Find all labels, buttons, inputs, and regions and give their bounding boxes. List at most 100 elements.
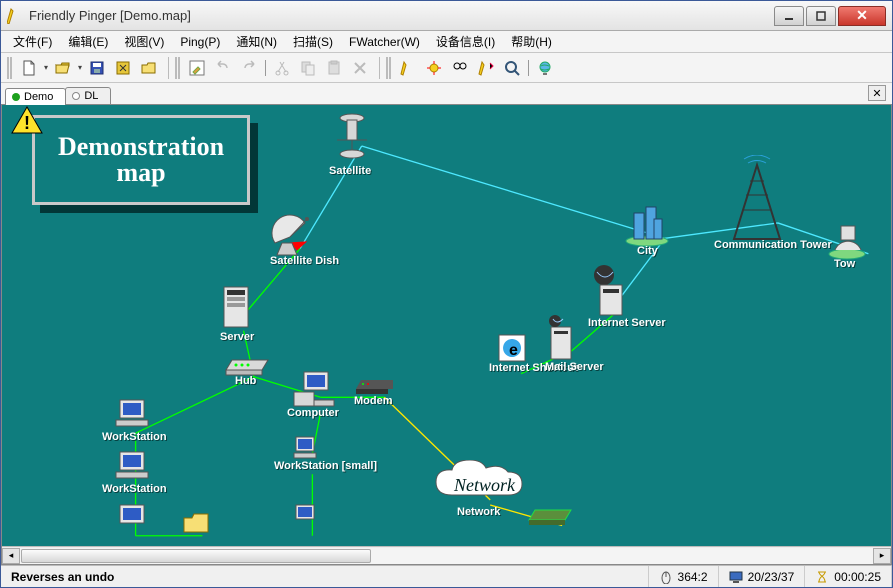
network-map[interactable]: ! Demonstrationmap Satellite Satellite D…: [2, 105, 891, 546]
menu-file[interactable]: 文件(F): [5, 31, 60, 52]
card-text: Demonstrationmap: [58, 134, 224, 186]
status-time: 00:00:25: [805, 566, 892, 587]
menu-scan[interactable]: 扫描(S): [285, 31, 341, 52]
node-label: WorkStation: [102, 483, 167, 495]
comm-tower-icon[interactable]: [722, 155, 792, 243]
save-button[interactable]: [85, 56, 109, 80]
minimize-button[interactable]: [774, 6, 804, 26]
copy-button[interactable]: [296, 56, 320, 80]
globe-button[interactable]: [533, 56, 557, 80]
trace-button[interactable]: [474, 56, 498, 80]
network-cloud-text: Network: [454, 475, 515, 496]
menu-help[interactable]: 帮助(H): [503, 31, 560, 52]
internet-server-icon[interactable]: [592, 265, 626, 317]
new-dropdown[interactable]: ▾: [42, 63, 50, 72]
satellite-dish-icon[interactable]: [267, 213, 313, 257]
svg-text:!: !: [24, 113, 30, 133]
scan-button[interactable]: [500, 56, 524, 80]
node-label: Network: [457, 506, 500, 518]
computer-icon[interactable]: [292, 370, 336, 410]
canvas-area: ! Demonstrationmap Satellite Satellite D…: [1, 105, 892, 565]
server-icon[interactable]: [220, 285, 254, 331]
node-label: Modem: [354, 395, 393, 407]
menu-fwatcher[interactable]: FWatcher(W): [341, 33, 428, 51]
modem-icon[interactable]: [354, 377, 394, 397]
tab-demo[interactable]: Demo: [5, 88, 66, 105]
cut-button[interactable]: [270, 56, 294, 80]
titlebar: Friendly Pinger [Demo.map] ✕: [1, 1, 892, 31]
maximize-button[interactable]: [806, 6, 836, 26]
node-label: Mail Server: [545, 361, 585, 373]
satellite-icon[interactable]: [332, 110, 372, 165]
workstation-small-icon[interactable]: [292, 435, 318, 461]
close-button[interactable]: ✕: [838, 6, 886, 26]
mouse-icon: [659, 570, 673, 584]
open-dropdown[interactable]: ▾: [76, 63, 84, 72]
alarm-button[interactable]: [422, 56, 446, 80]
node-label: WorkStation [small]: [274, 460, 344, 472]
hourglass-icon: [815, 570, 829, 584]
find-button[interactable]: [448, 56, 472, 80]
menu-device-info[interactable]: 设备信息(I): [428, 31, 503, 52]
workstation3-icon[interactable]: [114, 503, 150, 533]
paste-button[interactable]: [322, 56, 346, 80]
svg-text:e: e: [509, 342, 518, 359]
node-label: Satellite: [329, 165, 371, 177]
scroll-right-button[interactable]: ▸: [873, 548, 891, 564]
warning-icon: !: [11, 106, 43, 137]
toolbar-grip-2[interactable]: [175, 57, 180, 79]
scroll-thumb[interactable]: [21, 549, 371, 563]
tab-dl[interactable]: DL: [65, 87, 111, 104]
menubar: 文件(F) 编辑(E) 视图(V) Ping(P) 通知(N) 扫描(S) FW…: [1, 31, 892, 53]
workstation2-icon[interactable]: [114, 450, 150, 484]
tab-close-button[interactable]: ✕: [868, 85, 886, 101]
node-label: Internet Server: [588, 317, 634, 329]
status-dot-icon: [72, 92, 80, 100]
city-icon[interactable]: [624, 203, 670, 247]
menu-view[interactable]: 视图(V): [116, 31, 172, 52]
menu-edit[interactable]: 编辑(E): [60, 31, 116, 52]
toolbar-grip-3[interactable]: [386, 57, 391, 79]
tab-label: DL: [84, 90, 98, 102]
toolbar: ▾ ▾: [1, 53, 892, 83]
undo-button[interactable]: [211, 56, 235, 80]
ping-button[interactable]: [396, 56, 420, 80]
close-map-button[interactable]: [137, 56, 161, 80]
tab-label: Demo: [24, 91, 53, 103]
node-label: Satellite Dish: [270, 255, 320, 267]
node-label: WorkStation: [102, 431, 167, 443]
app-icon: [7, 8, 23, 24]
scroll-left-button[interactable]: ◂: [2, 548, 20, 564]
edit-mode-button[interactable]: [185, 56, 209, 80]
scroll-track[interactable]: [20, 548, 873, 564]
node-label: Server: [220, 331, 254, 343]
mail-server-icon[interactable]: [547, 315, 575, 361]
workstation-bottom-icon[interactable]: [292, 503, 318, 533]
internet-shortcut-icon[interactable]: e: [497, 333, 527, 363]
node-label: Tow: [834, 258, 855, 270]
node-label: Computer: [287, 407, 339, 419]
status-value: 364:2: [678, 570, 708, 584]
node-label: Hub: [235, 375, 256, 387]
node-label: City: [637, 245, 658, 257]
tower-partial-icon[interactable]: [827, 220, 867, 260]
delete-button[interactable]: [348, 56, 372, 80]
toolbar-grip[interactable]: [7, 57, 12, 79]
status-hint: Reverses an undo: [1, 566, 649, 587]
workstation1-icon[interactable]: [114, 398, 150, 432]
redo-button[interactable]: [237, 56, 261, 80]
horizontal-scrollbar[interactable]: ◂ ▸: [2, 546, 891, 564]
new-file-button[interactable]: [17, 56, 41, 80]
save-all-button[interactable]: [111, 56, 135, 80]
folder-node-icon[interactable]: [182, 510, 210, 534]
menu-notify[interactable]: 通知(N): [228, 31, 285, 52]
title-card: ! Demonstrationmap: [32, 115, 250, 205]
status-dot-icon: [12, 93, 20, 101]
open-file-button[interactable]: [51, 56, 75, 80]
hub-icon[interactable]: [224, 358, 270, 376]
tab-strip: Demo DL ✕: [1, 83, 892, 105]
menu-ping[interactable]: Ping(P): [172, 33, 228, 51]
app-window: Friendly Pinger [Demo.map] ✕ 文件(F) 编辑(E)…: [0, 0, 893, 588]
node-label: Internet Shortcut: [489, 362, 539, 374]
switch-icon[interactable]: [527, 508, 573, 526]
